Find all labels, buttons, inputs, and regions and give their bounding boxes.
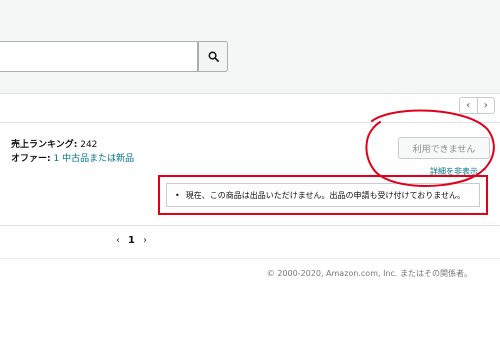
pagination: ‹ 1 › [116,235,147,246]
notice-text: 現在、この商品は出品いただけません。出品の申請も受け付けておりません。 [185,190,465,200]
search-input[interactable] [0,41,198,72]
pager-next-button[interactable]: › [476,98,495,113]
pager-prev-button[interactable]: ‹ [460,98,477,113]
sales-rank-label: 売上ランキング: [11,140,78,150]
notice-bullet: • [175,190,180,200]
footer-divider [0,258,500,259]
sales-rank: 売上ランキング: 242 [11,137,97,150]
pagination-current-page[interactable]: 1 [128,235,135,246]
notice-highlight: • 現在、この商品は出品いただけません。出品の申請も受け付けておりません。 [158,175,488,215]
offers: オファー: 1 中古品または新品 [11,151,134,164]
row-divider [0,122,500,123]
search-button[interactable] [198,41,228,72]
notice-message: • 現在、この商品は出品いただけません。出品の申請も受け付けておりません。 [166,183,480,207]
unavailable-button[interactable]: 利用できません [398,137,490,159]
pagination-next[interactable]: › [143,235,147,246]
pagination-prev[interactable]: ‹ [116,235,120,246]
result-pager: ‹ › [459,97,495,114]
offers-label: オファー: [11,154,51,164]
section-divider [0,225,500,226]
offers-link[interactable]: 1 中古品または新品 [53,154,134,164]
sales-rank-value: 242 [80,140,98,150]
copyright-text: © 2000-2020, Amazon.com, Inc. またはその関係者。 [266,269,472,278]
search-icon [208,51,219,62]
